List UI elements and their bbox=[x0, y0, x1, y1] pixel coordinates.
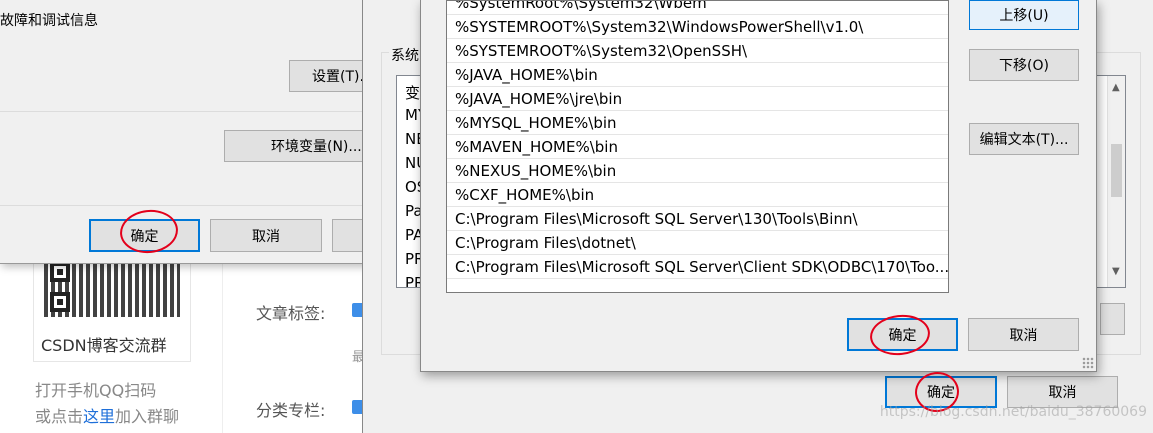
system-variables-label: 系统 bbox=[389, 45, 421, 65]
path-row[interactable]: %JAVA_HOME%\bin bbox=[447, 63, 948, 87]
qr-finder-icon bbox=[50, 262, 70, 282]
path-row[interactable]: %SYSTEMROOT%\System32\OpenSSH\ bbox=[447, 39, 948, 63]
qr-finder-icon bbox=[50, 292, 70, 312]
join-suffix: 加入群聊 bbox=[115, 407, 180, 426]
watermark: https://blog.csdn.net/baidu_38760069 bbox=[879, 404, 1147, 420]
delete-button-partial[interactable] bbox=[1100, 303, 1125, 335]
path-row[interactable]: %NEXUS_HOME%\bin bbox=[447, 159, 948, 183]
join-group-hint: 或点击这里加入群聊 bbox=[35, 403, 179, 427]
group-divider bbox=[0, 111, 380, 112]
path-row[interactable]: %MAVEN_HOME%\bin bbox=[447, 135, 948, 159]
path-row[interactable]: %SystemRoot%\System32\Wbem bbox=[447, 1, 948, 15]
path-row[interactable]: %MYSQL_HOME%\bin bbox=[447, 111, 948, 135]
qq-scan-hint: 打开手机QQ扫码 bbox=[35, 381, 157, 400]
edit-text-button[interactable]: 编辑文本(T)... bbox=[969, 123, 1079, 155]
startup-recovery-text: 故障和调试信息 bbox=[0, 13, 98, 29]
join-prefix: 或点击 bbox=[35, 407, 84, 426]
join-link[interactable]: 这里 bbox=[83, 407, 115, 426]
qr-caption: CSDN博客交流群 bbox=[41, 336, 167, 355]
system-properties-dialog: 故障和调试信息 设置(T)... 环境变量(N)... 确定 取消 bbox=[0, 0, 381, 264]
path-row[interactable]: %SYSTEMROOT%\System32\WindowsPowerShell\… bbox=[447, 15, 948, 39]
scroll-thumb[interactable] bbox=[1111, 144, 1122, 197]
scroll-down-icon[interactable]: ▼ bbox=[1112, 266, 1120, 277]
path-row[interactable]: C:\Program Files\dotnet\ bbox=[447, 231, 948, 255]
divider bbox=[222, 262, 223, 433]
list-scrollbar[interactable]: ▲ ▼ bbox=[1107, 76, 1125, 287]
list-item[interactable]: 变 bbox=[405, 82, 420, 103]
move-down-button[interactable]: 下移(O) bbox=[969, 49, 1079, 81]
resize-grip-icon[interactable] bbox=[1082, 357, 1094, 369]
category-label: 分类专栏: bbox=[256, 401, 326, 420]
cancel-button[interactable]: 取消 bbox=[968, 318, 1079, 351]
env-vars-button[interactable]: 环境变量(N)... bbox=[224, 130, 380, 162]
path-row[interactable]: C:\Program Files\Microsoft SQL Server\13… bbox=[447, 207, 948, 231]
path-row[interactable]: C:\Program Files\Microsoft SQL Server\Cl… bbox=[447, 255, 948, 279]
tags-label: 文章标签: bbox=[256, 304, 326, 323]
path-row[interactable]: %CXF_HOME%\bin bbox=[447, 183, 948, 207]
edit-env-variable-dialog: %SystemRoot%\System32\Wbem %SYSTEMROOT%\… bbox=[420, 0, 1097, 372]
move-up-button[interactable]: 上移(U) bbox=[969, 0, 1079, 30]
path-list[interactable]: %SystemRoot%\System32\Wbem %SYSTEMROOT%\… bbox=[446, 0, 949, 293]
scroll-up-icon[interactable]: ▲ bbox=[1112, 82, 1120, 93]
path-row[interactable]: %JAVA_HOME%\jre\bin bbox=[447, 87, 948, 111]
cancel-button[interactable]: 取消 bbox=[210, 219, 322, 252]
